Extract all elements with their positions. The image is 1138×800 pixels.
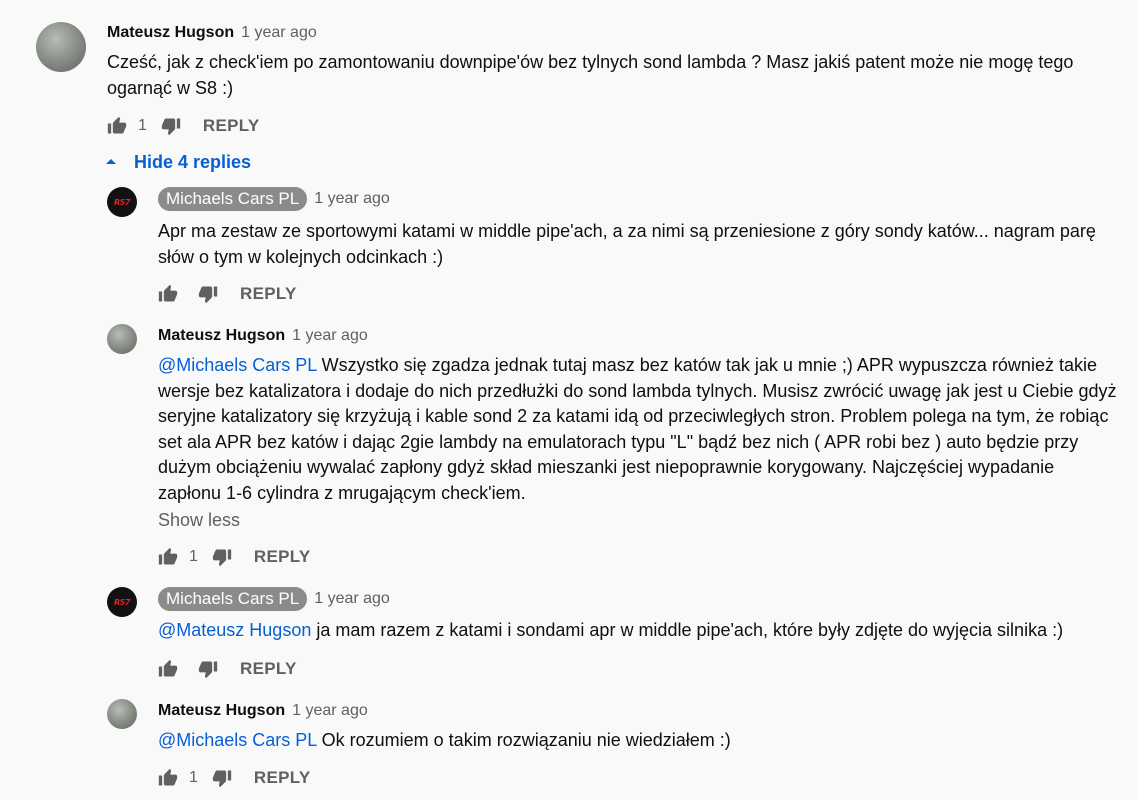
channel-owner-badge[interactable]: Michaels Cars PL (158, 187, 308, 211)
thumb-down-icon[interactable] (198, 284, 218, 304)
rs-logo-icon: RS7 (114, 197, 131, 207)
avatar[interactable] (107, 699, 137, 729)
thumb-up-icon[interactable] (158, 659, 178, 679)
comment-actions: REPLY (158, 657, 297, 681)
avatar[interactable] (107, 324, 137, 354)
rs-logo-icon: RS7 (114, 597, 131, 607)
timestamp[interactable]: 1 year ago (292, 702, 368, 720)
reply-button[interactable]: REPLY (254, 547, 311, 567)
show-less-button[interactable]: Show less (158, 510, 240, 531)
comment-body-text: Ok rozumiem o takim rozwiązaniu nie wied… (316, 730, 731, 750)
avatar[interactable] (36, 22, 86, 72)
comment-actions: 1 REPLY (158, 545, 311, 569)
comment-thread: Mateusz Hugson 1 year ago Cześć, jak z c… (0, 0, 1138, 800)
comment-text: @Mateusz Hugson ja mam razem z katami i … (158, 618, 1118, 644)
comment-text: Cześć, jak z check'iem po zamontowaniu d… (107, 52, 1074, 98)
comment-header: Mateusz Hugson 1 year ago (158, 327, 368, 345)
thumb-up-icon[interactable] (158, 284, 178, 304)
author-name[interactable]: Mateusz Hugson (107, 24, 234, 42)
comment-text: @Michaels Cars PL Ok rozumiem o takim ro… (158, 728, 1118, 754)
comment-text: @Michaels Cars PL Wszystko się zgadza je… (158, 353, 1118, 506)
comment-body-text: Wszystko się zgadza jednak tutaj masz be… (158, 355, 1117, 503)
mention-link[interactable]: @Mateusz Hugson (158, 620, 311, 640)
hide-replies-label: Hide 4 replies (134, 151, 252, 172)
timestamp[interactable]: 1 year ago (314, 590, 390, 608)
comment-header: Michaels Cars PL 1 year ago (158, 587, 390, 611)
thumb-down-icon[interactable] (212, 768, 232, 788)
comment-header: Michaels Cars PL 1 year ago (158, 187, 390, 211)
mention-link[interactable]: @Michaels Cars PL (158, 355, 317, 375)
comment-actions: 1 REPLY (158, 766, 311, 790)
thumb-down-icon[interactable] (198, 659, 218, 679)
thumb-down-icon[interactable] (212, 547, 232, 567)
thumb-up-icon[interactable] (107, 116, 127, 136)
comment-text: Apr ma zestaw ze sportowymi katami w mid… (158, 219, 1118, 270)
author-name[interactable]: Mateusz Hugson (158, 327, 285, 345)
timestamp[interactable]: 1 year ago (292, 327, 368, 345)
reply-button[interactable]: REPLY (240, 284, 297, 304)
reply-button[interactable]: REPLY (240, 659, 297, 679)
caret-up-icon (106, 159, 116, 164)
comment-body-text: Apr ma zestaw ze sportowymi katami w mid… (158, 221, 1096, 267)
comment-header: Mateusz Hugson 1 year ago (107, 24, 317, 42)
author-name[interactable]: Mateusz Hugson (158, 702, 285, 720)
thumb-up-icon[interactable] (158, 547, 178, 567)
reply-button[interactable]: REPLY (203, 116, 260, 136)
comment-actions: REPLY (158, 282, 297, 306)
hide-replies-button[interactable]: Hide 4 replies (106, 150, 251, 174)
channel-owner-badge[interactable]: Michaels Cars PL (158, 587, 308, 611)
mention-link[interactable]: @Michaels Cars PL (158, 730, 317, 750)
comment-body-text: ja mam razem z katami i sondami apr w mi… (311, 620, 1064, 640)
timestamp[interactable]: 1 year ago (314, 190, 390, 208)
like-count: 1 (138, 117, 147, 134)
like-count: 1 (189, 548, 198, 565)
thumb-down-icon[interactable] (161, 116, 181, 136)
like-count: 1 (189, 769, 198, 786)
thumb-up-icon[interactable] (158, 768, 178, 788)
reply-button[interactable]: REPLY (254, 768, 311, 788)
comment-header: Mateusz Hugson 1 year ago (158, 702, 368, 720)
timestamp[interactable]: 1 year ago (241, 24, 317, 42)
channel-avatar[interactable]: RS7 (107, 587, 137, 617)
comment-actions: 1 REPLY (107, 114, 260, 138)
channel-avatar[interactable]: RS7 (107, 187, 137, 217)
